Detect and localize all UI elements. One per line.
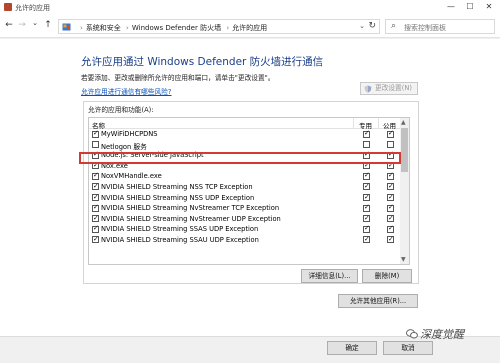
private-checkbox[interactable] — [363, 171, 370, 180]
address-bar[interactable]: › 系统和安全 › Windows Defender 防火墙 › 允许的应用 ⌄ ↻ — [58, 19, 380, 34]
app-enable-checkbox[interactable] — [92, 193, 99, 202]
private-checkbox[interactable] — [363, 129, 370, 138]
app-enable-checkbox[interactable] — [92, 224, 99, 233]
control-panel-icon — [62, 23, 71, 31]
private-checkbox[interactable] — [363, 214, 370, 223]
breadcrumb-separator-icon: › — [80, 24, 83, 32]
private-checkbox[interactable] — [363, 193, 370, 202]
list-item[interactable]: NVIDIA SHIELD Streaming SSAU UDP Excepti… — [89, 235, 402, 246]
list-item[interactable]: NVIDIA SHIELD Streaming NSS UDP Exceptio… — [89, 193, 402, 204]
breadcrumb: › 系统和安全 › Windows Defender 防火墙 › 允许的应用 — [77, 23, 267, 33]
list-item[interactable]: NVIDIA SHIELD Streaming SSAS UDP Excepti… — [89, 224, 402, 235]
window-title: 允许的应用 — [15, 4, 50, 12]
app-enable-checkbox[interactable] — [92, 203, 99, 212]
scroll-up-icon[interactable]: ▲ — [401, 119, 406, 126]
scrollbar-thumb[interactable] — [401, 128, 408, 172]
risk-info-link[interactable]: 允许应用进行通信有哪些风险? — [81, 86, 172, 96]
breadcrumb-system-security[interactable]: 系统和安全 — [86, 24, 121, 32]
public-checkbox[interactable] — [387, 182, 394, 191]
list-item[interactable]: NVIDIA SHIELD Streaming NvStreamer UDP E… — [89, 214, 402, 225]
forward-button[interactable]: → — [17, 20, 27, 30]
public-checkbox[interactable] — [387, 141, 394, 149]
private-checkbox[interactable] — [363, 203, 370, 212]
ok-button[interactable]: 确定 — [327, 341, 377, 355]
app-name: NVIDIA SHIELD Streaming NvStreamer TCP E… — [101, 204, 280, 213]
refresh-icon[interactable]: ↻ — [368, 21, 376, 31]
allowed-apps-list[interactable]: 名称 专用 公用 MyWiFiDHCPDNSNetlogon 服务Node.js… — [88, 117, 410, 265]
up-button[interactable]: ↑ — [43, 20, 53, 30]
private-checkbox[interactable] — [363, 141, 370, 149]
app-enable-checkbox[interactable] — [92, 214, 99, 223]
breadcrumb-separator-icon: › — [126, 24, 129, 32]
details-button[interactable]: 详细信息(L)... — [301, 269, 358, 283]
list-header: 名称 专用 公用 — [89, 118, 402, 130]
breadcrumb-allowed-apps[interactable]: 允许的应用 — [232, 24, 267, 32]
list-item[interactable]: MyWiFiDHCPDNS — [89, 129, 402, 140]
app-enable-checkbox[interactable] — [92, 141, 99, 149]
watermark-text: 深度觉醒 — [420, 328, 464, 341]
column-divider — [378, 118, 379, 129]
app-name: NVIDIA SHIELD Streaming NSS TCP Exceptio… — [101, 182, 253, 191]
breadcrumb-firewall[interactable]: Windows Defender 防火墙 — [132, 24, 221, 32]
private-checkbox[interactable] — [363, 235, 370, 244]
uac-shield-icon — [364, 85, 372, 93]
list-item[interactable]: NoxVMHandle.exe — [89, 171, 402, 182]
cancel-button[interactable]: 取消 — [383, 341, 433, 355]
list-item[interactable]: NVIDIA SHIELD Streaming NvStreamer TCP E… — [89, 203, 402, 214]
rows-container: MyWiFiDHCPDNSNetlogon 服务Node.js: Server-… — [89, 129, 402, 246]
app-name: NVIDIA SHIELD Streaming NSS UDP Exceptio… — [101, 193, 255, 202]
wechat-icon — [406, 329, 418, 339]
private-checkbox[interactable] — [363, 224, 370, 233]
app-enable-checkbox[interactable] — [92, 182, 99, 191]
public-checkbox[interactable] — [387, 193, 394, 202]
public-checkbox[interactable] — [387, 235, 394, 244]
list-item[interactable]: Netlogon 服务 — [89, 140, 402, 151]
app-enable-checkbox[interactable] — [92, 129, 99, 138]
app-name: Netlogon 服务 — [101, 142, 147, 151]
change-settings-button[interactable]: 更改设置(N) — [360, 82, 418, 95]
close-button[interactable]: ✕ — [482, 1, 496, 13]
public-checkbox[interactable] — [387, 171, 394, 180]
title-bar: 允许的应用 — ☐ ✕ — [0, 0, 500, 14]
page-description: 若要添加、更改或删除所允许的应用和端口，请单击"更改设置"。 — [81, 74, 275, 82]
app-name: NVIDIA SHIELD Streaming SSAU UDP Excepti… — [101, 235, 259, 244]
breadcrumb-separator-icon: › — [226, 24, 230, 32]
public-checkbox[interactable] — [387, 203, 394, 212]
minimize-button[interactable]: — — [444, 1, 458, 13]
column-divider — [353, 118, 354, 129]
allow-other-app-button[interactable]: 允许其他应用(R)... — [338, 294, 418, 308]
search-box[interactable]: ⌕ 搜索控制面板 — [385, 19, 495, 34]
page-title: 允许应用通过 Windows Defender 防火墙进行通信 — [81, 56, 324, 68]
app-name: NVIDIA SHIELD Streaming NvStreamer UDP E… — [101, 214, 281, 223]
app-name: MyWiFiDHCPDNS — [101, 130, 158, 138]
navigation-bar: ← → ⌄ ↑ › 系统和安全 › Windows Defender 防火墙 › 允许… — [0, 14, 500, 38]
scroll-down-icon[interactable]: ▼ — [401, 256, 406, 263]
app-enable-checkbox[interactable] — [92, 235, 99, 244]
list-scrollbar[interactable]: ▲ ▼ — [400, 118, 409, 264]
main-content: 允许应用通过 Windows Defender 防火墙进行通信 若要添加、更改或… — [0, 39, 500, 336]
search-input[interactable]: 搜索控制面板 — [404, 23, 446, 33]
maximize-button[interactable]: ☐ — [463, 1, 477, 13]
recent-locations-dropdown[interactable]: ⌄ — [30, 19, 40, 27]
list-item[interactable]: NVIDIA SHIELD Streaming NSS TCP Exceptio… — [89, 182, 402, 193]
app-name: NoxVMHandle.exe — [101, 172, 162, 181]
back-button[interactable]: ← — [4, 20, 14, 30]
app-name: NVIDIA SHIELD Streaming SSAS UDP Excepti… — [101, 225, 259, 234]
public-checkbox[interactable] — [387, 129, 394, 138]
app-enable-checkbox[interactable] — [92, 171, 99, 180]
private-checkbox[interactable] — [363, 182, 370, 191]
highlight-annotation — [79, 152, 401, 164]
control-panel-icon — [4, 3, 12, 11]
search-icon: ⌕ — [391, 21, 397, 31]
public-checkbox[interactable] — [387, 224, 394, 233]
change-settings-label: 更改设置(N) — [375, 84, 412, 92]
delete-button[interactable]: 删除(M) — [362, 269, 412, 283]
public-checkbox[interactable] — [387, 214, 394, 223]
allowed-apps-label: 允许的应用和功能(A): — [88, 106, 154, 114]
address-dropdown-icon[interactable]: ⌄ — [359, 22, 365, 30]
